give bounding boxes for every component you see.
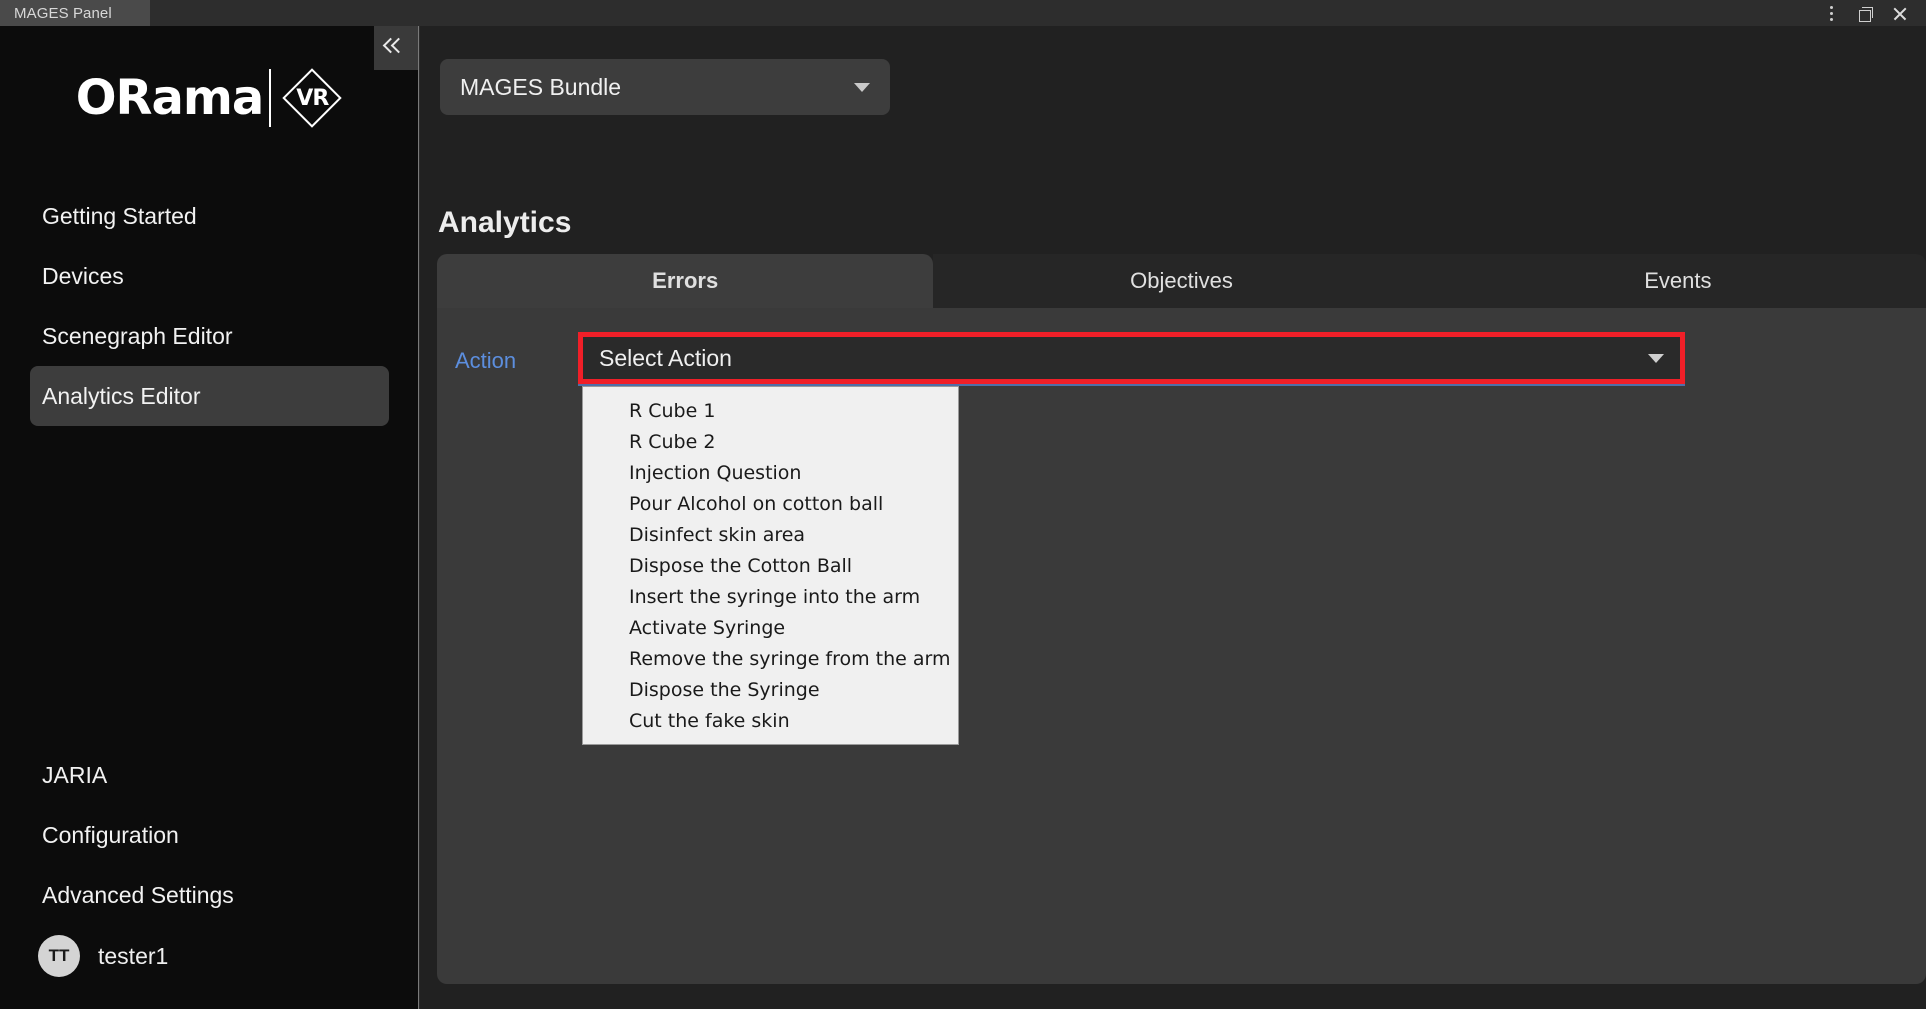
dropdown-option[interactable]: Pour Alcohol on cotton ball: [583, 488, 958, 519]
sidebar-item-label: Devices: [42, 263, 124, 290]
tab-label: Errors: [652, 268, 718, 294]
analytics-tabs: Errors Objectives Events: [437, 254, 1926, 308]
window-tab-label: MAGES Panel: [14, 5, 112, 22]
sidebar-item-configuration[interactable]: Configuration: [30, 805, 389, 865]
errors-tab-panel: Action Select Action R Cube 1 R Cube 2 I…: [437, 308, 1926, 984]
chevron-down-icon: [854, 83, 870, 92]
window-tab-mages-panel[interactable]: MAGES Panel: [0, 0, 150, 26]
action-select[interactable]: Select Action: [583, 337, 1680, 379]
sidebar-item-label: Scenegraph Editor: [42, 323, 233, 350]
bundle-select-value: MAGES Bundle: [460, 74, 621, 101]
dropdown-option[interactable]: Dispose the Cotton Ball: [583, 550, 958, 581]
sidebar-item-label: Advanced Settings: [42, 882, 234, 909]
window-controls: [1814, 0, 1926, 26]
user-name-label: tester1: [98, 943, 168, 970]
double-chevron-left-icon: [385, 39, 407, 57]
sidebar: ORama VR Getting Started Devices Scenegr…: [0, 26, 419, 1009]
sidebar-item-label: Getting Started: [42, 203, 197, 230]
sidebar-item-analytics-editor[interactable]: Analytics Editor: [30, 366, 389, 426]
dropdown-option[interactable]: R Cube 2: [583, 426, 958, 457]
dropdown-option[interactable]: Cut the fake skin: [583, 705, 958, 736]
dropdown-option[interactable]: Remove the syringe from the arm: [583, 643, 958, 674]
sidebar-nav-bottom: JARIA Configuration Advanced Settings TT…: [0, 745, 419, 987]
page-title: Analytics: [438, 206, 571, 240]
dropdown-option[interactable]: Dispose the Syringe: [583, 674, 958, 705]
sidebar-item-jaria[interactable]: JARIA: [30, 745, 389, 805]
sidebar-item-scenegraph-editor[interactable]: Scenegraph Editor: [30, 306, 389, 366]
sidebar-nav: Getting Started Devices Scenegraph Edito…: [0, 186, 419, 426]
logo-divider: [269, 69, 271, 127]
main-content: MAGES Bundle Analytics Errors Objectives…: [420, 26, 1926, 1009]
sidebar-item-getting-started[interactable]: Getting Started: [30, 186, 389, 246]
dropdown-option[interactable]: R Cube 1: [583, 395, 958, 426]
dropdown-option[interactable]: Disinfect skin area: [583, 519, 958, 550]
sidebar-user-profile[interactable]: TT tester1: [30, 925, 389, 987]
dropdown-option[interactable]: Insert the syringe into the arm: [583, 581, 958, 612]
restore-window-icon[interactable]: [1848, 0, 1882, 26]
action-field-label: Action: [455, 348, 516, 374]
sidebar-item-devices[interactable]: Devices: [30, 246, 389, 306]
bundle-select[interactable]: MAGES Bundle: [440, 59, 890, 115]
tab-events[interactable]: Events: [1430, 254, 1926, 308]
sidebar-item-label: Analytics Editor: [42, 383, 201, 410]
tab-label: Events: [1644, 268, 1711, 294]
logo-vr-text: VR: [281, 67, 343, 129]
titlebar-spacer: [150, 0, 1814, 26]
action-select-value: Select Action: [599, 345, 732, 372]
sidebar-item-advanced-settings[interactable]: Advanced Settings: [30, 865, 389, 925]
action-dropdown-list[interactable]: R Cube 1 R Cube 2 Injection Question Pou…: [582, 386, 959, 745]
logo-diamond-icon: VR: [281, 67, 343, 129]
orama-vr-logo: ORama VR: [0, 58, 419, 138]
sidebar-item-label: JARIA: [42, 762, 107, 789]
chevron-down-icon: [1648, 354, 1664, 363]
tab-errors[interactable]: Errors: [437, 254, 933, 308]
dropdown-option[interactable]: Injection Question: [583, 457, 958, 488]
dropdown-option[interactable]: Activate Syringe: [583, 612, 958, 643]
action-select-highlight: Select Action: [578, 332, 1685, 384]
sidebar-item-label: Configuration: [42, 822, 179, 849]
tab-objectives[interactable]: Objectives: [933, 254, 1429, 308]
vertical-dots-icon[interactable]: [1814, 0, 1848, 26]
tab-label: Objectives: [1130, 268, 1233, 294]
action-field-row: Action Select Action R Cube 1 R Cube 2 I…: [437, 334, 1926, 394]
window-titlebar: MAGES Panel: [0, 0, 1926, 26]
close-window-icon[interactable]: [1882, 0, 1916, 26]
logo-wordmark: ORama: [76, 70, 264, 126]
avatar: TT: [38, 935, 80, 977]
